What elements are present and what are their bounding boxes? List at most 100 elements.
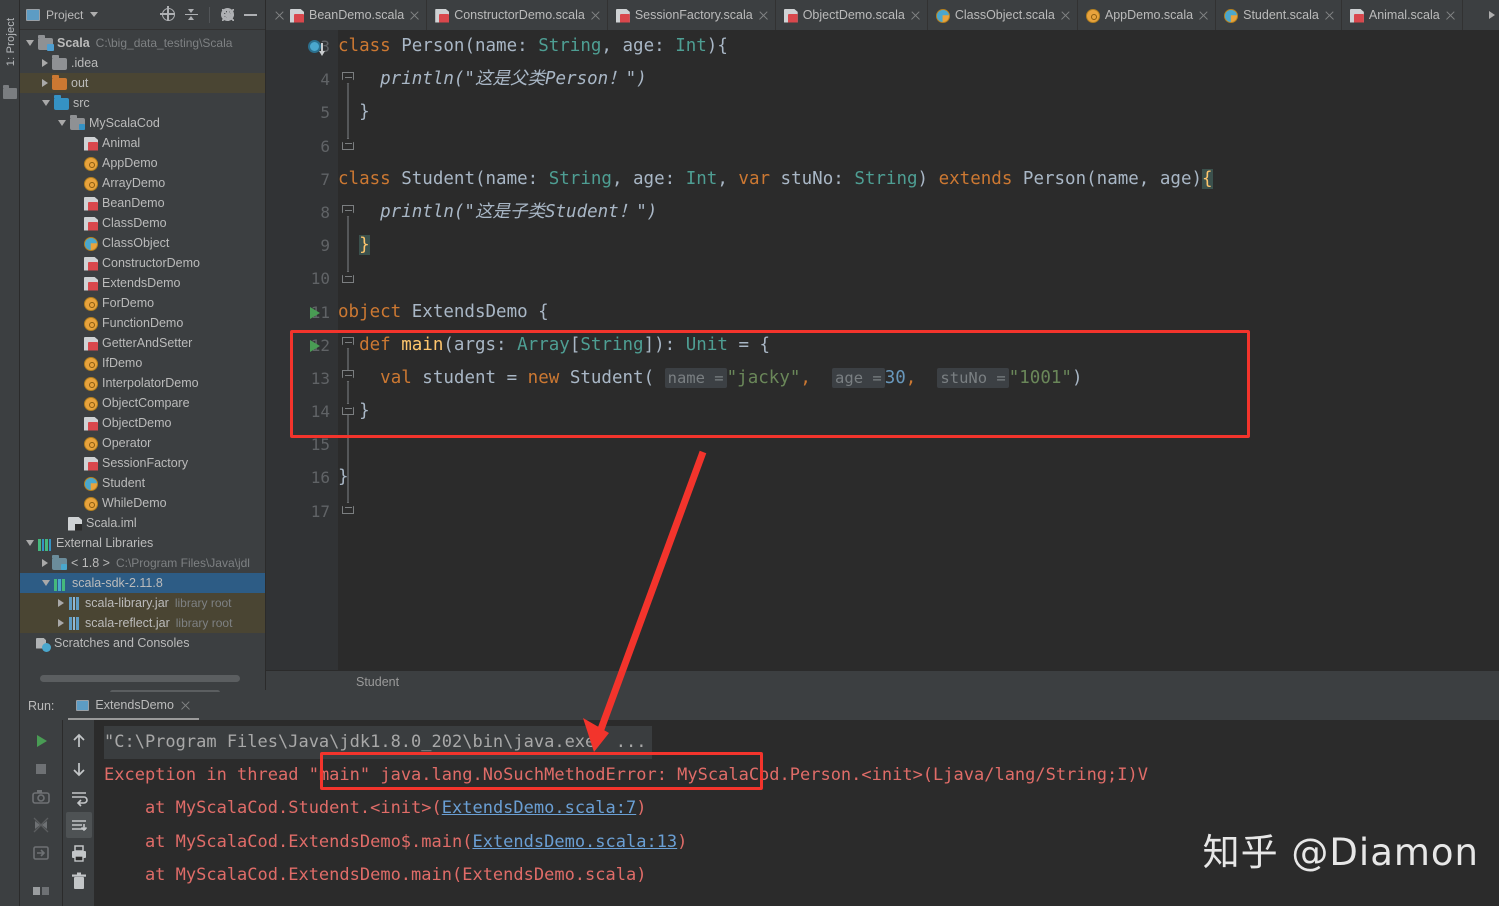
editor-tab-student[interactable]: Student.scala (1216, 0, 1342, 30)
gutter-line-6[interactable]: 6 (266, 130, 338, 163)
scroll-down-icon[interactable] (66, 756, 92, 782)
close-icon[interactable] (409, 10, 420, 21)
close-icon[interactable] (1198, 10, 1209, 21)
close-icon[interactable] (274, 10, 285, 21)
tree-item-appdemo[interactable]: AppDemo (20, 153, 265, 173)
breadcrumb-item[interactable]: Student (356, 675, 399, 689)
gear-icon[interactable] (219, 6, 236, 23)
rerun-failed-tests-icon[interactable] (28, 812, 54, 838)
stop-icon[interactable] (28, 756, 54, 782)
editor-tab-beandemo[interactable]: BeanDemo.scala (266, 0, 428, 30)
tree-item-objectcompare[interactable]: ObjectCompare (20, 393, 265, 413)
twisty-right-icon[interactable] (58, 599, 64, 607)
close-icon[interactable] (180, 700, 191, 711)
camera-icon[interactable] (28, 784, 54, 810)
soft-wrap-icon[interactable] (66, 784, 92, 810)
twisty-right-icon[interactable] (42, 59, 48, 67)
trace-link[interactable]: ExtendsDemo.scala:7 (442, 798, 636, 818)
layout-icon[interactable] (28, 878, 54, 904)
chevron-down-icon[interactable] (90, 12, 99, 17)
tree-item-scala-library-jar[interactable]: scala-library.jar library root (20, 593, 265, 613)
trash-icon[interactable] (66, 868, 92, 894)
tree-item-classobject[interactable]: ClassObject (20, 233, 265, 253)
console-output[interactable]: "C:\Program Files\Java\jdk1.8.0_202\bin\… (94, 720, 1499, 906)
tree-item-functiondemo[interactable]: FunctionDemo (20, 313, 265, 333)
tree-item-src[interactable]: src (20, 93, 265, 113)
editor-tab-animal[interactable]: Animal.scala (1342, 0, 1463, 30)
tree-item-scala-reflect-jar[interactable]: scala-reflect.jar library root (20, 613, 265, 633)
gutter-line-15[interactable]: 15 (266, 428, 338, 461)
gutter-line-17[interactable]: 17 (266, 495, 338, 528)
run-icon[interactable] (28, 728, 54, 754)
gutter-line-5[interactable]: 5 (266, 96, 338, 129)
gutter-line-10[interactable]: 10 (266, 262, 338, 295)
tree-item-ifdemo[interactable]: IfDemo (20, 353, 265, 373)
twisty-right-icon[interactable] (58, 619, 64, 627)
minimize-icon[interactable] (242, 6, 259, 23)
gutter-line-12[interactable]: 12 (266, 329, 338, 362)
collapse-all-icon[interactable] (183, 6, 200, 23)
twisty-down-icon[interactable] (42, 580, 50, 586)
close-icon[interactable] (758, 10, 769, 21)
gutter-line-14[interactable]: 14 (266, 395, 338, 428)
tree-item-beandemo[interactable]: BeanDemo (20, 193, 265, 213)
twisty-down-icon[interactable] (26, 540, 34, 546)
run-gutter-icon[interactable] (310, 306, 320, 319)
editor-tab-appdemo[interactable]: AppDemo.scala (1078, 0, 1217, 30)
gutter-line-8[interactable]: 8 (266, 196, 338, 229)
tree-item-student[interactable]: Student (20, 473, 265, 493)
close-icon[interactable] (1324, 10, 1335, 21)
scroll-up-icon[interactable] (66, 728, 92, 754)
tree-item--idea[interactable]: .idea (20, 53, 265, 73)
twisty-down-icon[interactable] (42, 100, 50, 106)
tree-item-external-libraries[interactable]: External Libraries (20, 533, 265, 553)
tree-item-animal[interactable]: Animal (20, 133, 265, 153)
tree-item-arraydemo[interactable]: ArrayDemo (20, 173, 265, 193)
gutter-line-4[interactable]: 4 (266, 63, 338, 96)
run-tab-extendsdemo[interactable]: ExtendsDemo (68, 692, 199, 720)
editor-gutter[interactable]: 3 4 5 6 7 8 9 10 11 12 13 14 15 16 17 (266, 30, 338, 670)
tab-overflow-button[interactable] (1485, 0, 1499, 30)
tree-item-scala-sdk-2-11-8[interactable]: scala-sdk-2.11.8 (20, 573, 265, 593)
close-icon[interactable] (910, 10, 921, 21)
print-icon[interactable] (66, 840, 92, 866)
twisty-right-icon[interactable] (42, 559, 48, 567)
tree-item--1-8-[interactable]: < 1.8 > C:\Program Files\Java\jdl (20, 553, 265, 573)
tree-item-constructordemo[interactable]: ConstructorDemo (20, 253, 265, 273)
export-icon[interactable] (28, 840, 54, 866)
tree-item-classdemo[interactable]: ClassDemo (20, 213, 265, 233)
gutter-line-13[interactable]: 13 (266, 362, 338, 395)
tree-item-whiledemo[interactable]: WhileDemo (20, 493, 265, 513)
editor-tab-constructordemo[interactable]: ConstructorDemo.scala (427, 0, 608, 30)
tree-item-out[interactable]: out (20, 73, 265, 93)
editor-tab-classobject[interactable]: ClassObject.scala (928, 0, 1078, 30)
tree-item-interpolatordemo[interactable]: InterpolatorDemo (20, 373, 265, 393)
gutter-line-3[interactable]: 3 (266, 30, 338, 63)
close-icon[interactable] (1060, 10, 1071, 21)
editor-tab-objectdemo[interactable]: ObjectDemo.scala (776, 0, 928, 30)
breadcrumb[interactable]: Student (266, 670, 1499, 692)
tree-item-scala-iml[interactable]: Scala.iml (20, 513, 265, 533)
tree-item-scratches-and-consoles[interactable]: Scratches and Consoles (20, 633, 265, 653)
gutter-line-9[interactable]: 9 (266, 229, 338, 262)
gutter-line-16[interactable]: 16 (266, 461, 338, 494)
tree-item-sessionfactory[interactable]: SessionFactory (20, 453, 265, 473)
twisty-right-icon[interactable] (42, 79, 48, 87)
tree-item-myscalacod[interactable]: MyScalaCod (20, 113, 265, 133)
run-gutter-icon[interactable] (310, 339, 320, 352)
gutter-line-11[interactable]: 11 (266, 296, 338, 329)
trace-link[interactable]: ExtendsDemo.scala:13 (472, 832, 677, 852)
implemented-by-icon[interactable] (308, 40, 325, 56)
code-text-area[interactable]: class Person(name: String, age: Int){ pr… (338, 30, 1499, 670)
scroll-to-end-icon[interactable] (65, 812, 92, 838)
tree-item-scala[interactable]: Scala C:\big_data_testing\Scala (20, 33, 265, 53)
gutter-line-7[interactable]: 7 (266, 163, 338, 196)
twisty-down-icon[interactable] (26, 40, 34, 46)
tree-item-getterandsetter[interactable]: GetterAndSetter (20, 333, 265, 353)
twisty-down-icon[interactable] (58, 120, 66, 126)
close-icon[interactable] (1445, 10, 1456, 21)
tree-item-objectdemo[interactable]: ObjectDemo (20, 413, 265, 433)
tree-item-fordemo[interactable]: ForDemo (20, 293, 265, 313)
editor-vscrollbar[interactable] (1486, 62, 1499, 670)
editor-tab-sessionfactory[interactable]: SessionFactory.scala (608, 0, 776, 30)
